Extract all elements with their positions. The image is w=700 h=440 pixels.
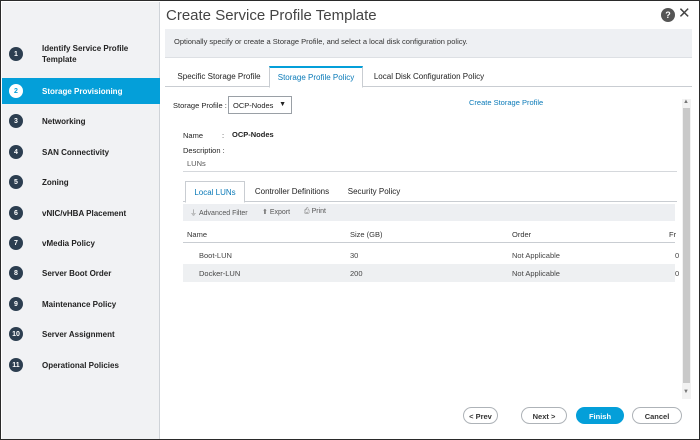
step-number: 5 xyxy=(9,175,23,189)
divider xyxy=(183,171,677,172)
step-number: 4 xyxy=(9,145,23,159)
advanced-filter-button[interactable]: ⏚ Advanced Filter xyxy=(190,208,248,218)
step-storage-provisioning[interactable]: 2 Storage Provisioning xyxy=(2,78,160,104)
cell-size: 30 xyxy=(350,251,359,260)
dialog-window: 1 Identify Service Profile Template 2 St… xyxy=(0,0,700,440)
name-value: OCP-Nodes xyxy=(232,130,274,139)
scroll-up-icon[interactable]: ▲ xyxy=(683,99,689,105)
step-server-assignment[interactable]: 10 Server Assignment xyxy=(2,321,160,347)
step-label: Identify Service Profile Template xyxy=(42,44,129,64)
step-label: Server Boot Order xyxy=(42,268,112,278)
export-icon: ⬆ xyxy=(262,209,268,216)
create-storage-profile-link[interactable]: Create Storage Profile xyxy=(469,98,543,107)
step-zoning[interactable]: 5 Zoning xyxy=(2,169,160,195)
step-label: Storage Provisioning xyxy=(42,86,123,96)
step-number: 6 xyxy=(9,206,23,220)
chevron-down-icon: ▼ xyxy=(279,101,286,108)
next-button[interactable]: Next > xyxy=(521,407,567,424)
description-label: Description : xyxy=(183,146,225,155)
step-networking[interactable]: 3 Networking xyxy=(2,108,160,134)
step-label: Maintenance Policy xyxy=(42,299,117,309)
storage-profile-value: OCP-Nodes xyxy=(233,101,274,110)
dialog-title: Create Service Profile Template xyxy=(166,7,377,24)
table-header: Name Size (GB) Order Fr xyxy=(183,226,676,243)
step-label: Networking xyxy=(42,116,86,126)
step-san-connectivity[interactable]: 4 SAN Connectivity xyxy=(2,139,160,165)
finish-button[interactable]: Finish xyxy=(576,407,624,424)
export-label: Export xyxy=(269,209,291,216)
tab-specific-storage-profile[interactable]: Specific Storage Profile xyxy=(169,66,269,87)
scroll-thumb[interactable] xyxy=(683,108,690,383)
tab-local-disk-config-policy[interactable]: Local Disk Configuration Policy xyxy=(365,66,493,87)
filter-icon: ⏚ xyxy=(190,210,197,217)
cell-name: Docker-LUN xyxy=(199,269,241,278)
col-order[interactable]: Order xyxy=(512,230,531,239)
cancel-button[interactable]: Cancel xyxy=(632,407,682,424)
step-number: 1 xyxy=(9,47,23,61)
cell-fr: 0 xyxy=(675,251,680,260)
step-number: 8 xyxy=(9,266,23,280)
step-label: Server Assignment xyxy=(42,329,115,339)
step-number: 2 xyxy=(9,84,23,98)
luns-tab-bar: Local LUNs Controller Definitions Securi… xyxy=(183,181,677,203)
step-number: 11 xyxy=(9,358,23,372)
luns-label: LUNs xyxy=(187,159,206,168)
cell-order: Not Applicable xyxy=(512,269,560,278)
close-icon[interactable]: ✕ xyxy=(678,6,691,22)
step-server-boot-order[interactable]: 8 Server Boot Order xyxy=(2,260,160,286)
print-icon: ⎙ xyxy=(304,208,310,215)
table-row[interactable]: Boot-LUN 30 Not Applicable 0 xyxy=(183,246,679,264)
step-label: Operational Policies xyxy=(42,360,119,370)
step-vnic-vhba-placement[interactable]: 6 vNIC/vHBA Placement xyxy=(2,200,160,226)
step-number: 3 xyxy=(9,114,23,128)
storage-profile-select[interactable]: OCP-Nodes ▼ xyxy=(228,96,292,114)
step-vmedia-policy[interactable]: 7 vMedia Policy xyxy=(2,230,160,256)
advanced-filter-label: Advanced Filter xyxy=(199,210,248,217)
scroll-down-icon[interactable]: ▼ xyxy=(683,389,689,395)
tab-security-policy[interactable]: Security Policy xyxy=(343,181,405,202)
step-number: 7 xyxy=(9,236,23,250)
export-button[interactable]: ⬆ Export xyxy=(262,208,290,216)
step-label: vMedia Policy xyxy=(42,238,95,248)
step-maintenance-policy[interactable]: 9 Maintenance Policy xyxy=(2,291,160,317)
col-name[interactable]: Name xyxy=(187,230,207,239)
wizard-sidebar: 1 Identify Service Profile Template 2 St… xyxy=(2,2,160,439)
col-fr[interactable]: Fr xyxy=(669,230,676,239)
col-size[interactable]: Size (GB) xyxy=(350,230,383,239)
step-number: 10 xyxy=(9,327,23,341)
cell-name: Boot-LUN xyxy=(199,251,232,260)
step-identify[interactable]: 1 Identify Service Profile Template xyxy=(2,35,160,73)
name-label: Name xyxy=(183,131,204,140)
cell-order: Not Applicable xyxy=(512,251,560,260)
table-toolbar: ⏚ Advanced Filter ⬆ Export ⎙ Print xyxy=(183,204,675,221)
step-label: vNIC/vHBA Placement xyxy=(42,208,127,218)
name-colon: : xyxy=(222,131,225,140)
step-label: SAN Connectivity xyxy=(42,147,110,157)
subtitle-bar: Optionally specify or create a Storage P… xyxy=(165,29,692,58)
top-tab-bar: Specific Storage Profile Storage Profile… xyxy=(165,66,692,88)
help-icon[interactable]: ? xyxy=(661,8,675,22)
storage-profile-label: Storage Profile : xyxy=(173,101,227,110)
table-row[interactable]: Docker-LUN 200 Not Applicable 0 xyxy=(183,264,679,282)
step-operational-policies[interactable]: 11 Operational Policies xyxy=(2,352,160,378)
cell-size: 200 xyxy=(350,269,363,278)
subtitle-text: Optionally specify or create a Storage P… xyxy=(174,37,468,46)
print-label: Print xyxy=(311,208,327,215)
cell-fr: 0 xyxy=(675,269,680,278)
vertical-scrollbar[interactable]: ▲ ▼ xyxy=(682,99,691,399)
tab-controller-definitions[interactable]: Controller Definitions xyxy=(249,181,335,202)
step-label: Zoning xyxy=(42,177,69,187)
tab-storage-profile-policy[interactable]: Storage Profile Policy xyxy=(269,66,363,88)
prev-button[interactable]: < Prev xyxy=(463,407,498,424)
tab-local-luns[interactable]: Local LUNs xyxy=(185,181,245,203)
step-number: 9 xyxy=(9,297,23,311)
print-button[interactable]: ⎙ Print xyxy=(304,208,326,216)
